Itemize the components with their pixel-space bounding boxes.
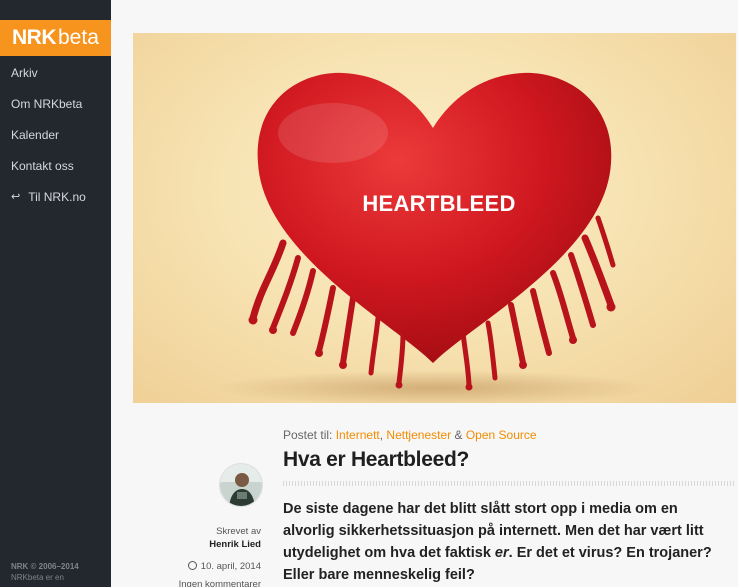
- sidebar-nav: Arkiv Om NRKbeta Kalender Kontakt oss ↩ T…: [0, 57, 111, 212]
- author-name[interactable]: Henrik Lied: [150, 539, 261, 550]
- nrkbeta-logo[interactable]: NRK beta: [0, 20, 111, 56]
- posted-prefix: Postet til:: [283, 428, 333, 442]
- category-link-nettjenester[interactable]: Nettjenester: [386, 428, 451, 442]
- author-avatar[interactable]: [219, 463, 263, 507]
- sidebar-item-label: Til NRK.no: [28, 189, 86, 204]
- category-link-internett[interactable]: Internett: [336, 428, 380, 442]
- sidebar-item-label: Om NRKbeta: [11, 96, 83, 111]
- sidebar-item-til-nrk[interactable]: ↩ Til NRK.no: [0, 181, 111, 212]
- author-photo: [220, 464, 262, 506]
- article-lead: De siste dagene har det blitt slått stor…: [283, 498, 723, 586]
- category-link-open-source[interactable]: Open Source: [466, 428, 537, 442]
- heart-illustration: [213, 72, 653, 403]
- category-separator: ,: [379, 428, 384, 442]
- clock-icon: [187, 561, 197, 570]
- logo-nrk: NRK: [12, 26, 57, 49]
- sidebar-item-kontakt-oss[interactable]: Kontakt oss: [0, 150, 111, 181]
- sidebar-copyright: NRK © 2006–2014: [11, 562, 79, 571]
- logo-beta: beta: [58, 26, 99, 49]
- sidebar-item-om-nrkbeta[interactable]: Om NRKbeta: [0, 88, 111, 119]
- comments-count[interactable]: Ingen kommentarer: [150, 579, 261, 587]
- sidebar-item-kalender[interactable]: Kalender: [0, 119, 111, 150]
- sidebar-item-label: Kalender: [11, 127, 60, 142]
- hero-image[interactable]: HEARTBLEED: [133, 33, 736, 403]
- sidebar-item-arkiv[interactable]: Arkiv: [0, 57, 111, 88]
- publish-date-text: 10. april, 2014: [200, 561, 261, 572]
- hero-heartbleed-text: HEARTBLEED: [362, 191, 516, 216]
- title-divider: [283, 481, 736, 486]
- sidebar-item-label: Arkiv: [11, 65, 38, 80]
- article-title[interactable]: Hva er Heartbleed?: [283, 448, 469, 472]
- author-label: Skrevet av: [216, 526, 261, 537]
- category-ampersand: &: [454, 428, 463, 442]
- sidebar-item-label: Kontakt oss: [11, 158, 74, 173]
- publish-date: 10. april, 2014: [150, 561, 261, 572]
- return-arrow-icon: ↩: [11, 191, 21, 203]
- sidebar-footer-text: NRKbeta er en: [11, 573, 64, 582]
- posted-to: Postet til: Internett, Nettjenester & Op…: [283, 428, 537, 442]
- sidebar: NRK beta Arkiv Om NRKbeta Kalender Konta…: [0, 0, 111, 587]
- lead-emphasis: er: [494, 545, 509, 561]
- sidebar-footer: NRK © 2006–2014 NRKbeta er en: [11, 561, 79, 583]
